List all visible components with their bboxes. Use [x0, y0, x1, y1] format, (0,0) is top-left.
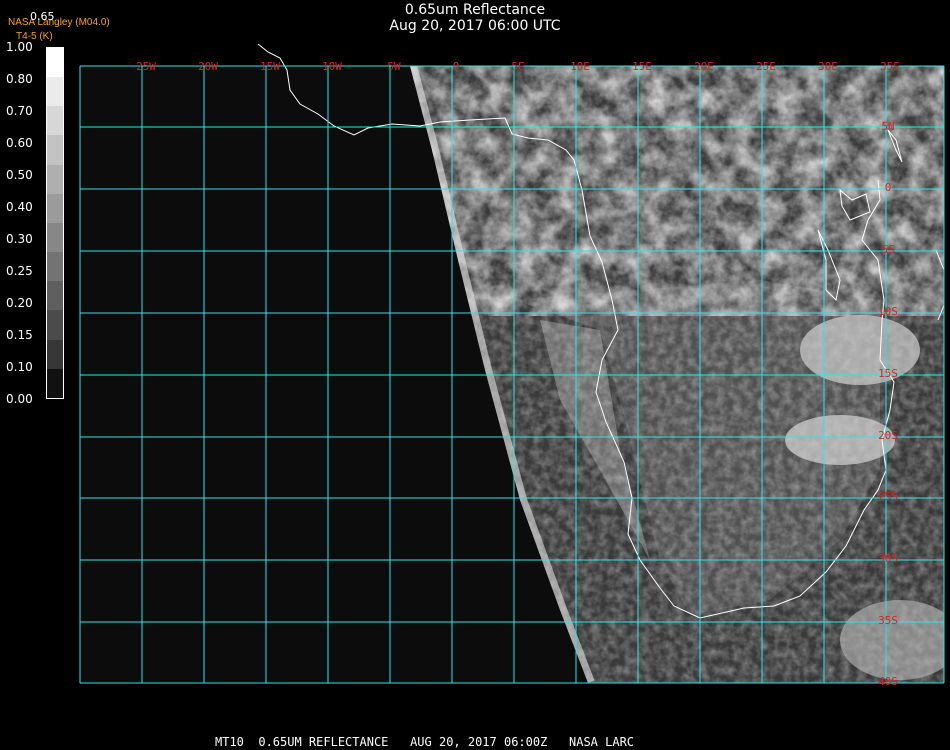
latitude-label: 40S: [878, 675, 898, 688]
longitude-label: 15W: [260, 60, 280, 73]
longitude-label: 20W: [198, 60, 218, 73]
longitude-label: 25W: [136, 60, 156, 73]
latitude-label: 20S: [878, 429, 898, 442]
longitude-label: 25E: [756, 60, 776, 73]
longitude-label: 5E: [511, 60, 524, 73]
longitude-label: 5W: [387, 60, 401, 73]
longitude-label: 35E: [880, 60, 900, 73]
longitude-label: 30E: [818, 60, 838, 73]
longitude-label: 0: [453, 60, 460, 73]
latitude-label: 25S: [878, 490, 898, 503]
longitude-label: 20E: [694, 60, 714, 73]
latitude-label: 10S: [878, 305, 898, 318]
latitude-label: 30S: [878, 552, 898, 565]
longitude-label: 15E: [632, 60, 652, 73]
longitude-label: 10E: [570, 60, 590, 73]
footer-text: MT10 0.65UM REFLECTANCE AUG 20, 2017 06:…: [215, 735, 635, 749]
latitude-label: 5S: [881, 243, 894, 256]
latitude-label: 35S: [878, 614, 898, 627]
latitude-label: 15S: [878, 367, 898, 380]
satellite-map: 25W 20W 15W 10W 5W 0 5E 10E 15E 20E 25E 30E 35E 5N 0 5…: [79, 43, 945, 688]
latitude-label: 0: [885, 181, 892, 194]
longitude-label: 10W: [322, 60, 342, 73]
latitude-label: 5N: [881, 120, 894, 133]
